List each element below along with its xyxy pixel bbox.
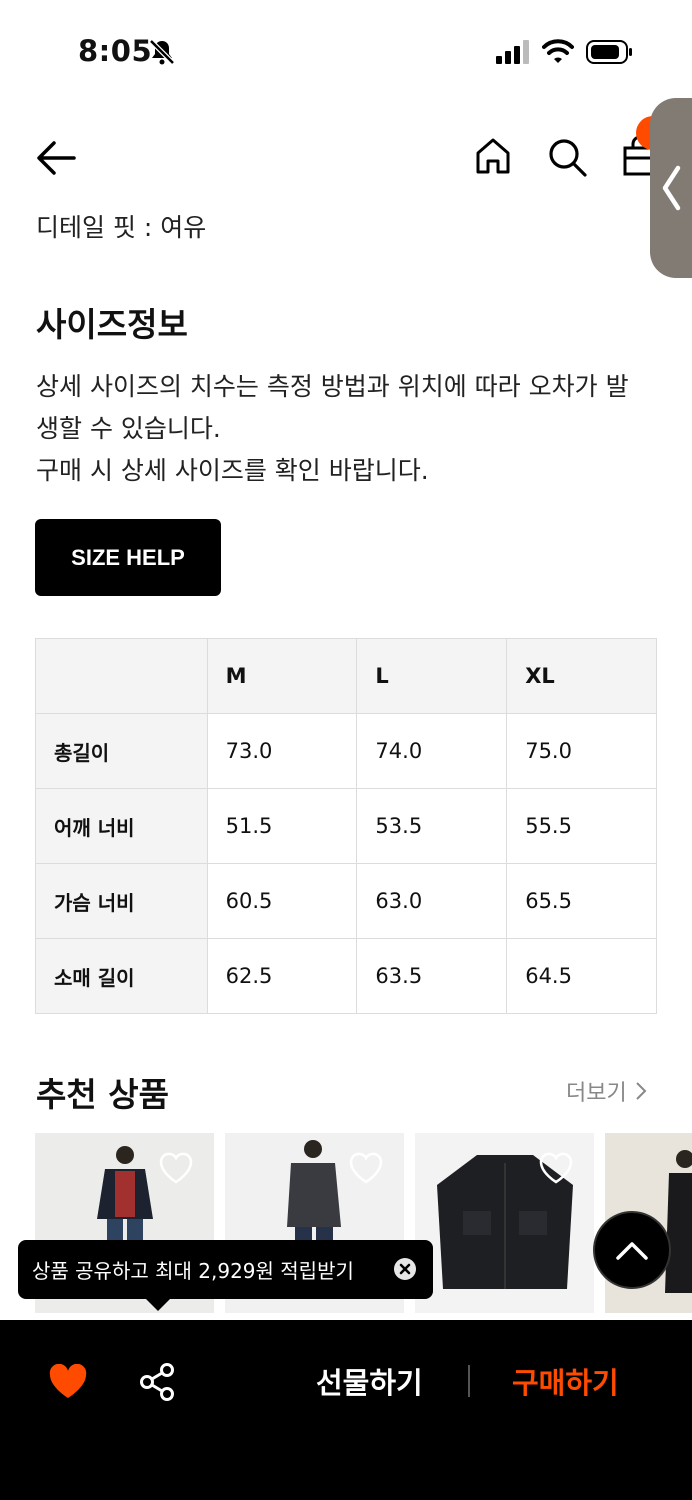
table-cell: 73.0 xyxy=(206,713,358,789)
table-header-cell: L xyxy=(356,638,508,714)
table-cell: 63.0 xyxy=(356,863,508,939)
status-time: 8:05 xyxy=(78,34,153,68)
table-header-cell: M xyxy=(206,638,358,714)
row-label: 어깨 너비 xyxy=(35,788,208,864)
table-cell: 75.0 xyxy=(506,713,657,789)
detail-fit-text: 디테일 핏 : 여유 xyxy=(36,213,207,242)
table-cell: 65.5 xyxy=(506,863,657,939)
share-reward-tooltip: 상품 공유하고 최대 2,929원 적립받기 xyxy=(18,1240,433,1311)
size-info-title: 사이즈정보 xyxy=(36,305,188,344)
table-row: 가슴 너비 60.5 63.0 65.5 xyxy=(35,863,657,939)
close-icon[interactable] xyxy=(393,1257,417,1281)
more-link-label: 더보기 xyxy=(566,1081,627,1106)
table-cell: 74.0 xyxy=(356,713,508,789)
heart-filled-icon[interactable] xyxy=(48,1364,88,1400)
product-card[interactable] xyxy=(415,1133,594,1313)
table-cell: 53.5 xyxy=(356,788,508,864)
home-icon[interactable] xyxy=(474,136,512,176)
chevron-left-icon xyxy=(662,165,681,211)
chevron-right-icon xyxy=(636,1082,647,1100)
row-label: 가슴 너비 xyxy=(35,863,208,939)
table-header-cell: XL xyxy=(506,638,657,714)
heart-outline-icon[interactable] xyxy=(538,1151,574,1185)
table-cell: 62.5 xyxy=(206,938,358,1014)
battery-icon xyxy=(586,40,632,64)
search-icon[interactable] xyxy=(546,136,588,178)
size-note-line: 생할 수 있습니다. xyxy=(36,414,221,443)
share-icon[interactable] xyxy=(138,1362,176,1402)
bell-muted-icon xyxy=(149,39,175,65)
table-header-cell xyxy=(35,638,208,714)
more-link[interactable]: 더보기 xyxy=(566,1075,647,1107)
wifi-icon xyxy=(542,39,574,63)
table-cell: 51.5 xyxy=(206,788,358,864)
table-cell: 55.5 xyxy=(506,788,657,864)
table-cell: 64.5 xyxy=(506,938,657,1014)
size-note-line: 구매 시 상세 사이즈를 확인 바랍니다. xyxy=(36,456,429,485)
scroll-top-button[interactable] xyxy=(593,1211,671,1289)
side-panel-handle[interactable] xyxy=(650,98,692,278)
table-row: 총길이 73.0 74.0 75.0 xyxy=(35,713,657,789)
recommended-title: 추천 상품 xyxy=(36,1075,169,1114)
bottom-action-bar: 선물하기 구매하기 xyxy=(0,1320,692,1500)
chevron-up-icon xyxy=(616,1242,648,1260)
buy-button[interactable]: 구매하기 xyxy=(512,1360,619,1402)
heart-outline-icon[interactable] xyxy=(348,1151,384,1185)
size-note-line: 상세 사이즈의 치수는 측정 방법과 위치에 따라 오차가 발 xyxy=(36,372,629,401)
table-row: 소매 길이 62.5 63.5 64.5 xyxy=(35,938,657,1014)
divider xyxy=(468,1365,470,1397)
size-info-note: 상세 사이즈의 치수는 측정 방법과 위치에 따라 오차가 발 생할 수 있습니… xyxy=(36,366,666,492)
table-cell: 63.5 xyxy=(356,938,508,1014)
tooltip-text: 상품 공유하고 최대 2,929원 적립받기 xyxy=(32,1259,354,1283)
status-bar: 8:05 xyxy=(0,0,692,100)
back-arrow-icon[interactable] xyxy=(34,138,78,178)
size-table: M L XL 총길이 73.0 74.0 75.0 어깨 너비 51.5 53.… xyxy=(35,638,657,1014)
table-cell: 60.5 xyxy=(206,863,358,939)
size-table-header: M L XL xyxy=(35,638,657,714)
table-row: 어깨 너비 51.5 53.5 55.5 xyxy=(35,788,657,864)
size-help-button[interactable]: SIZE HELP xyxy=(35,519,221,596)
row-label: 소매 길이 xyxy=(35,938,208,1014)
gift-button[interactable]: 선물하기 xyxy=(316,1360,423,1402)
signal-icon xyxy=(496,40,529,64)
row-label: 총길이 xyxy=(35,713,208,789)
heart-outline-icon[interactable] xyxy=(158,1151,194,1185)
